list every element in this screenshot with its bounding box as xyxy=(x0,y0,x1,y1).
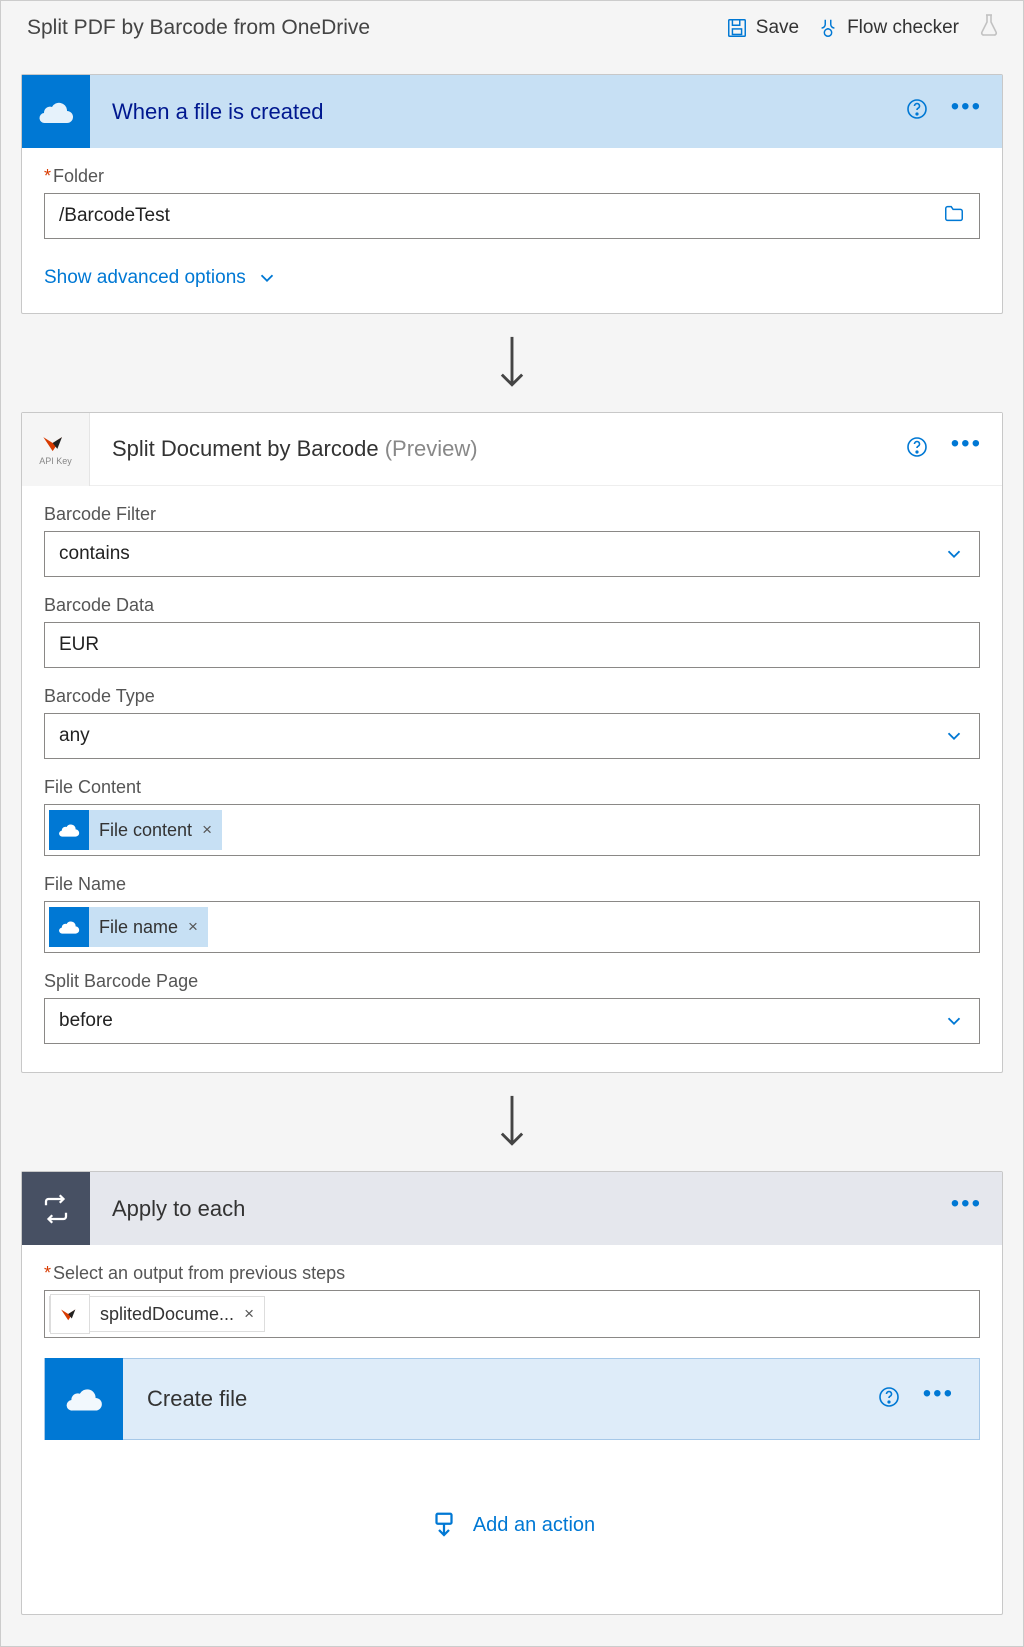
loop-icon xyxy=(22,1172,90,1245)
remove-token-icon[interactable]: × xyxy=(188,917,208,937)
trigger-header[interactable]: When a file is created ••• xyxy=(22,75,1002,148)
more-menu-icon[interactable]: ••• xyxy=(951,444,982,454)
file-content-token[interactable]: File content × xyxy=(49,810,222,850)
select-output-input[interactable]: splitedDocume... × xyxy=(44,1290,980,1338)
flow-checker-label: Flow checker xyxy=(847,17,959,39)
flow-title: Split PDF by Barcode from OneDrive xyxy=(27,16,708,40)
test-flask-icon[interactable] xyxy=(977,12,1001,43)
split-page-select[interactable]: before xyxy=(44,998,980,1044)
more-menu-icon[interactable]: ••• xyxy=(951,107,982,117)
split-title: Split Document by Barcode (Preview) xyxy=(90,436,905,462)
show-advanced-link[interactable]: Show advanced options xyxy=(44,267,980,289)
flow-checker-button[interactable]: Flow checker xyxy=(817,17,959,39)
folder-input[interactable]: /BarcodeTest xyxy=(44,193,980,239)
trigger-title: When a file is created xyxy=(90,99,905,125)
split-header[interactable]: API Key Split Document by Barcode (Previ… xyxy=(22,413,1002,486)
splited-token[interactable]: splitedDocume... × xyxy=(49,1296,265,1332)
api-key-icon xyxy=(50,1294,90,1334)
onedrive-icon xyxy=(49,907,89,947)
top-bar: Split PDF by Barcode from OneDrive Save … xyxy=(1,1,1023,54)
split-page-label: Split Barcode Page xyxy=(44,971,980,992)
onedrive-icon xyxy=(49,810,89,850)
barcode-type-select[interactable]: any xyxy=(44,713,980,759)
remove-token-icon[interactable]: × xyxy=(202,820,222,840)
file-name-input[interactable]: File name × xyxy=(44,901,980,953)
chevron-down-icon xyxy=(943,543,965,565)
inner-action-create-file[interactable]: Create file ••• xyxy=(44,1358,980,1440)
barcode-data-label: Barcode Data xyxy=(44,595,980,616)
trigger-card-onedrive: When a file is created ••• *Folder /Barc… xyxy=(21,74,1003,314)
add-action-button[interactable]: Add an action xyxy=(44,1510,980,1540)
help-icon[interactable] xyxy=(905,435,929,464)
folder-label: *Folder xyxy=(44,166,980,187)
select-output-label: *Select an output from previous steps xyxy=(44,1263,980,1284)
help-icon[interactable] xyxy=(905,97,929,126)
barcode-data-input[interactable]: EUR xyxy=(44,622,980,668)
onedrive-icon xyxy=(45,1358,123,1440)
help-icon[interactable] xyxy=(877,1385,901,1414)
apply-each-title: Apply to each xyxy=(90,1196,951,1222)
chevron-down-icon xyxy=(943,725,965,747)
folder-picker-icon[interactable] xyxy=(943,203,965,230)
folder-value: /BarcodeTest xyxy=(59,205,943,227)
more-menu-icon[interactable]: ••• xyxy=(923,1394,954,1404)
flow-arrow xyxy=(1,334,1023,392)
barcode-filter-select[interactable]: contains xyxy=(44,531,980,577)
chevron-down-icon xyxy=(943,1010,965,1032)
save-button[interactable]: Save xyxy=(726,17,799,39)
barcode-filter-label: Barcode Filter xyxy=(44,504,980,525)
api-key-icon: API Key xyxy=(22,413,90,486)
onedrive-icon xyxy=(22,75,90,148)
action-card-split-barcode: API Key Split Document by Barcode (Previ… xyxy=(21,412,1003,1073)
file-content-label: File Content xyxy=(44,777,980,798)
file-name-token[interactable]: File name × xyxy=(49,907,208,947)
control-card-apply-each: Apply to each ••• *Select an output from… xyxy=(21,1171,1003,1615)
file-name-label: File Name xyxy=(44,874,980,895)
remove-token-icon[interactable]: × xyxy=(244,1304,264,1324)
more-menu-icon[interactable]: ••• xyxy=(951,1204,982,1214)
create-file-title: Create file xyxy=(123,1386,877,1412)
apply-each-header[interactable]: Apply to each ••• xyxy=(22,1172,1002,1245)
save-label: Save xyxy=(756,17,799,39)
file-content-input[interactable]: File content × xyxy=(44,804,980,856)
flow-arrow xyxy=(1,1093,1023,1151)
barcode-type-label: Barcode Type xyxy=(44,686,980,707)
